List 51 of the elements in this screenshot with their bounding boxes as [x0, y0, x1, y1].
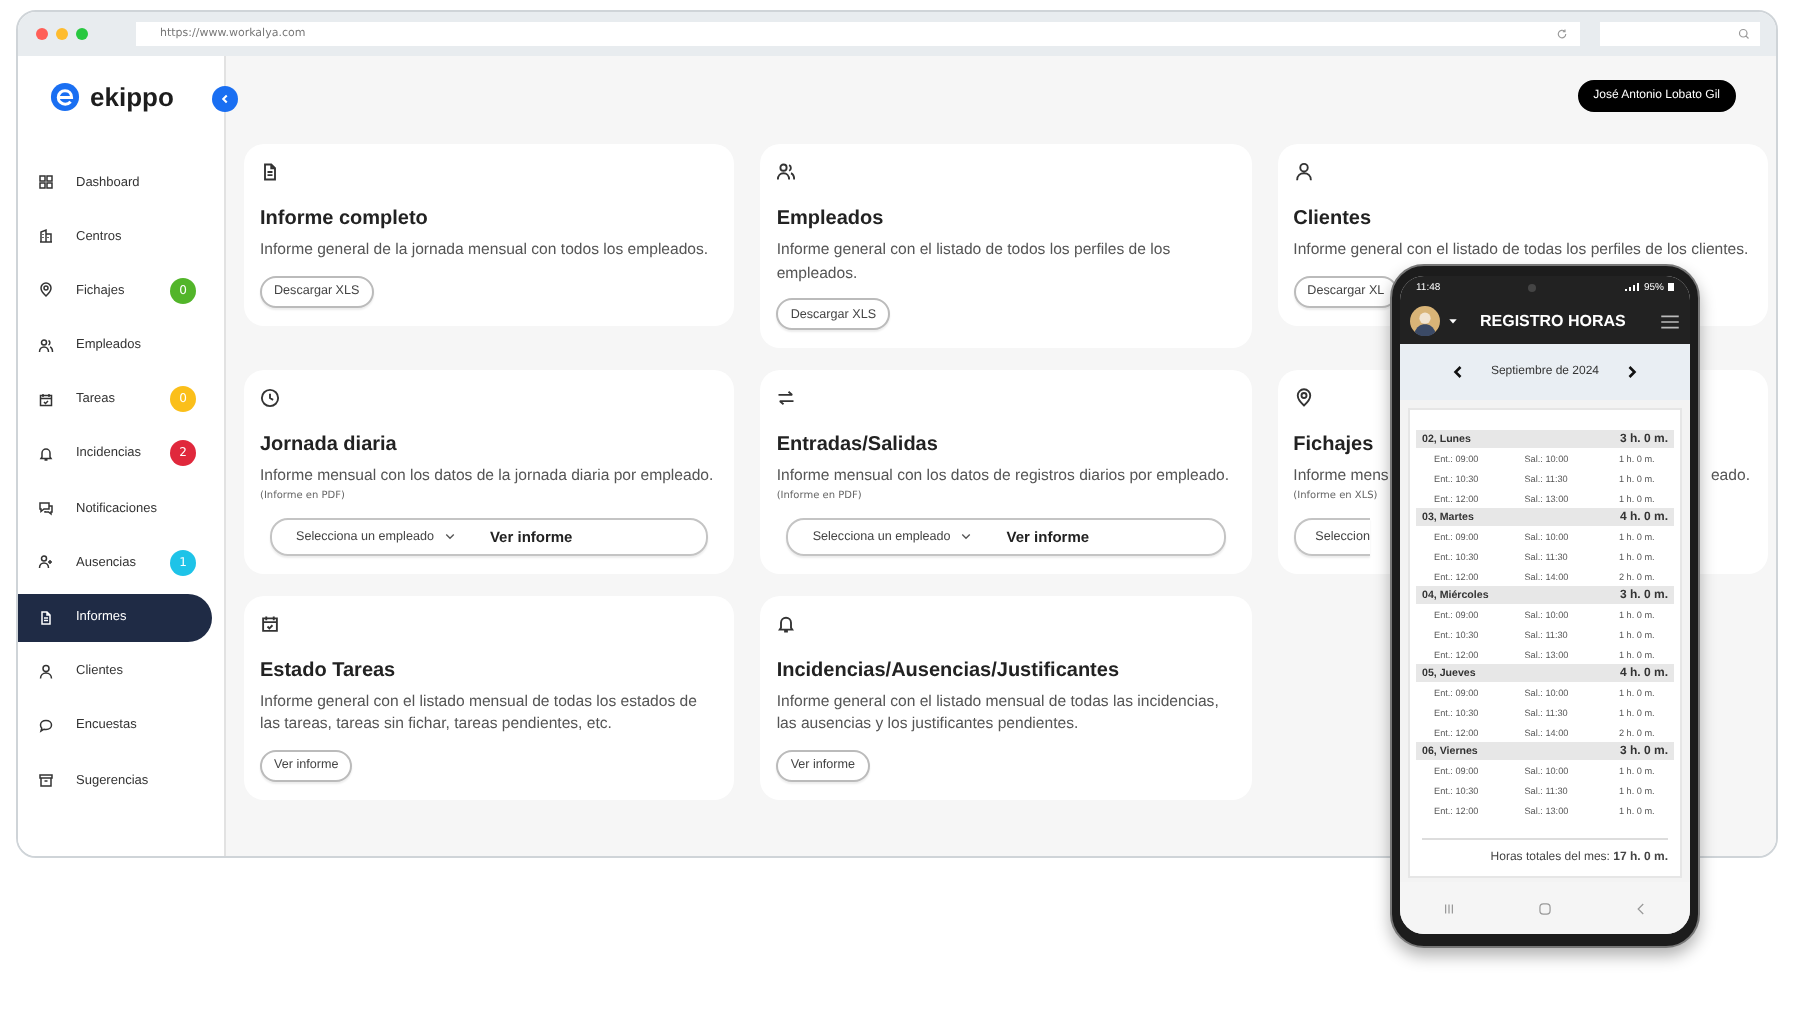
- arrows-icon: [776, 388, 797, 408]
- avatar[interactable]: [1410, 306, 1440, 336]
- calendar-icon: [38, 391, 54, 408]
- caret-icon: [443, 530, 456, 542]
- chevron-left-icon: [218, 92, 232, 106]
- document-icon: [38, 609, 54, 625]
- chevron-right-icon[interactable]: [1623, 364, 1640, 380]
- home-icon[interactable]: [1535, 899, 1554, 917]
- menu-icon[interactable]: [1660, 313, 1680, 329]
- people-icon: [776, 162, 797, 182]
- card-title: Fichajes: [1293, 432, 1374, 458]
- card-title: Jornada diaria: [260, 432, 397, 458]
- pin-icon: [1293, 388, 1314, 408]
- people-icon: [38, 337, 54, 354]
- clock-icon: [260, 388, 280, 408]
- app-title: REGISTRO HORAS: [1480, 312, 1628, 330]
- signal-icon: [1623, 282, 1640, 292]
- bell-icon: [776, 613, 797, 633]
- card-title: Estado Tareas: [260, 657, 396, 683]
- search-field[interactable]: [1600, 22, 1760, 46]
- caret-icon: [960, 530, 973, 542]
- bell-icon: [38, 445, 54, 462]
- battery-icon: [1667, 282, 1674, 292]
- camera-dot: [1528, 283, 1537, 291]
- logo-icon: [50, 81, 80, 111]
- calendar-icon: [260, 613, 280, 633]
- card-title: Entradas/Salidas: [776, 432, 938, 458]
- logo-text: ekippo: [90, 81, 174, 111]
- building-icon: [38, 228, 54, 245]
- recent-apps-icon[interactable]: [1439, 899, 1458, 917]
- archive-icon: [38, 772, 54, 789]
- reload-icon[interactable]: [1556, 28, 1568, 40]
- card-title: Incidencias/Ausencias/Justificantes: [776, 657, 1120, 683]
- grid-icon: [38, 174, 54, 190]
- close-dot[interactable]: [36, 28, 48, 40]
- caret-icon[interactable]: [1448, 316, 1458, 326]
- maximize-dot[interactable]: [76, 28, 88, 40]
- person-icon: [1293, 162, 1314, 182]
- chat-icon: [38, 500, 54, 517]
- card-title: Clientes: [1293, 206, 1372, 232]
- card-title: Informe completo: [260, 206, 428, 232]
- person-icon: [38, 663, 54, 680]
- document-icon: [260, 162, 280, 182]
- pin-icon: [38, 282, 54, 299]
- person-plus-icon: [38, 554, 54, 571]
- collapse-button[interactable]: [212, 86, 238, 112]
- chevron-left-icon[interactable]: [1450, 364, 1467, 380]
- speech-bubble-icon: [38, 717, 54, 734]
- card-title: Empleados: [776, 206, 884, 232]
- minimize-dot[interactable]: [56, 28, 68, 40]
- search-icon: [1738, 28, 1750, 40]
